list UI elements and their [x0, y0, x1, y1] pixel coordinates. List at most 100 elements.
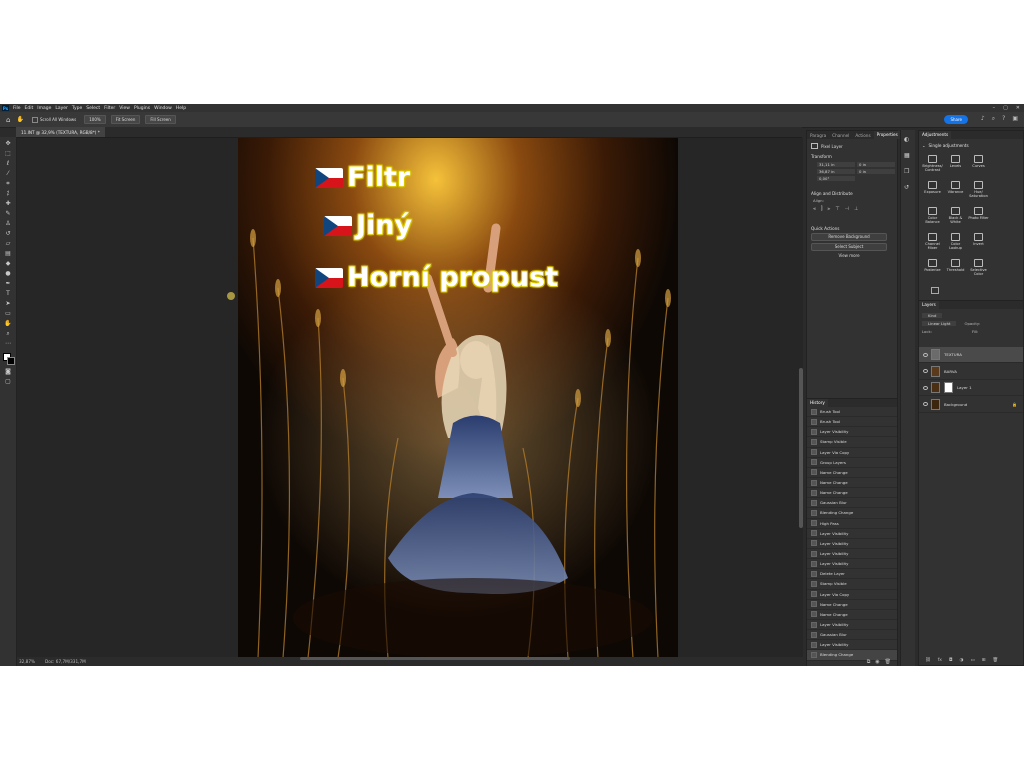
fill-screen-button[interactable]: Fill Screen — [145, 115, 176, 124]
adjustment-item[interactable]: Levels — [944, 155, 967, 175]
tab-layers[interactable]: Layers — [919, 301, 939, 309]
magic-wand-icon[interactable]: ⁄ — [4, 170, 12, 177]
layer-row[interactable]: BARVA — [919, 364, 1023, 380]
document-canvas[interactable]: Filtr Jiný Horní propust — [238, 138, 678, 658]
zoom-100-button[interactable]: 100% — [84, 115, 106, 124]
dodge-icon[interactable]: ● — [4, 270, 12, 277]
history-item[interactable]: Layer Visibility — [807, 559, 897, 570]
zoom-level[interactable]: 32,87% — [19, 659, 35, 664]
eye-icon[interactable] — [923, 385, 928, 390]
adjustment-item[interactable]: Vibrance — [944, 181, 967, 201]
adjustment-layer-icon[interactable]: ◑ — [960, 658, 964, 663]
history-item[interactable]: Group Layers — [807, 458, 897, 468]
menu-layer[interactable]: Layer — [55, 106, 68, 111]
select-subject-button[interactable]: Select Subject — [811, 243, 887, 251]
color-panel-icon[interactable]: ◐ — [904, 136, 909, 143]
libraries-panel-icon[interactable]: ❐ — [904, 168, 909, 175]
layer-row[interactable]: Layer 1 — [919, 380, 1023, 396]
adjustment-item[interactable]: Invert — [967, 233, 990, 253]
scroll-all-checkbox[interactable] — [31, 116, 38, 123]
move-icon[interactable]: ✥ — [4, 140, 12, 147]
history-item[interactable]: Stamp Visible — [807, 437, 897, 448]
adjustment-item[interactable]: Hue/ Saturation — [967, 181, 990, 201]
history-item[interactable]: Layer Via Copy — [807, 590, 897, 600]
history-item[interactable]: Layer Visibility — [807, 549, 897, 560]
history-item[interactable]: Name Change — [807, 468, 897, 478]
fit-screen-button[interactable]: Fit Screen — [110, 115, 141, 124]
link-layers-icon[interactable]: ⛓ — [925, 658, 931, 663]
adjustment-item[interactable]: Photo Filter — [967, 207, 990, 227]
adjustment-item[interactable]: Curves — [967, 155, 990, 175]
path-select-icon[interactable]: ➤ — [4, 300, 12, 307]
history-item[interactable]: Gaussian Blur — [807, 498, 897, 509]
gradient-icon[interactable]: ▤ — [4, 250, 12, 257]
align-middle-icon[interactable]: ⊣ — [845, 206, 849, 212]
canvas-horizontal-scrollbar[interactable] — [300, 657, 570, 660]
adjustment-item[interactable]: Color Balance — [921, 207, 944, 227]
history-item[interactable]: Layer Visibility — [807, 640, 897, 651]
swatches-panel-icon[interactable]: ▦ — [904, 152, 910, 159]
menu-filter[interactable]: Filter — [104, 106, 115, 111]
doc-info[interactable]: Doc: 67,7M/331,7M — [45, 659, 86, 664]
workspace-icon[interactable]: ▣ — [1012, 115, 1018, 123]
adjustment-item[interactable]: Black & White — [944, 207, 967, 227]
history-panel-icon[interactable]: ↺ — [904, 184, 909, 191]
history-item[interactable]: Layer Visibility — [807, 427, 897, 438]
pen-icon[interactable]: ✒ — [4, 280, 12, 287]
hand-icon[interactable]: ✋ — [4, 320, 12, 327]
help-icon[interactable]: ? — [1002, 115, 1005, 123]
eraser-icon[interactable]: ▱ — [4, 240, 12, 247]
menu-plugins[interactable]: Plugins — [134, 106, 150, 111]
history-item[interactable]: Layer Visibility — [807, 539, 897, 549]
history-brush-icon[interactable]: ↺ — [4, 230, 12, 237]
crop-icon[interactable]: ⌗ — [4, 180, 12, 187]
history-item[interactable]: Name Change — [807, 600, 897, 610]
home-icon[interactable]: ⌂ — [6, 116, 10, 124]
maximize-icon[interactable]: ▢ — [1003, 105, 1008, 111]
height-field[interactable]: 36,87 in — [817, 169, 855, 174]
menu-help[interactable]: Help — [176, 106, 186, 111]
search-icon[interactable]: ⌕ — [992, 115, 995, 123]
history-item[interactable]: Blending Change — [807, 508, 897, 519]
angle-field[interactable]: 0,00° — [817, 176, 855, 181]
bell-icon[interactable]: ♪ — [981, 115, 985, 123]
x-field[interactable]: 0 in — [857, 162, 895, 167]
adjustment-item[interactable]: Brightness/ Contrast — [921, 155, 944, 175]
eye-icon[interactable] — [923, 352, 928, 357]
marquee-icon[interactable]: ⬚ — [4, 150, 12, 157]
history-item[interactable]: Delete Layer — [807, 569, 897, 580]
new-doc-from-state-icon[interactable]: ⧉ — [867, 659, 871, 665]
align-right-icon[interactable]: ⫸ — [827, 206, 830, 212]
history-item[interactable]: Layer Visibility — [807, 529, 897, 539]
adjustment-item[interactable]: Channel Mixer — [921, 233, 944, 253]
tab-adjustments[interactable]: Adjustments — [919, 131, 952, 139]
adjustment-item[interactable]: Threshold — [944, 259, 967, 279]
layer-row[interactable]: TEXTURA — [919, 347, 1023, 363]
layer-kind-filter[interactable]: Kind — [922, 313, 943, 318]
history-item[interactable]: High Pass — [807, 519, 897, 529]
hand-tool-icon[interactable]: ✋ — [16, 116, 23, 123]
screen-mode-icon[interactable]: ▢ — [4, 378, 12, 385]
background-color-swatch[interactable] — [7, 357, 15, 365]
trash-icon[interactable]: 🗑 — [885, 659, 891, 665]
document-tab[interactable]: 11.INT @ 32,9% (TEXTURA, RGB/8*) * — [16, 127, 105, 137]
minimize-icon[interactable]: – — [993, 105, 996, 111]
history-item[interactable]: Name Change — [807, 610, 897, 620]
history-item[interactable]: Stamp Visible — [807, 579, 897, 590]
menu-type[interactable]: Type — [72, 106, 82, 111]
layer-mask-thumbnail[interactable] — [944, 382, 953, 393]
blend-mode-select[interactable]: Linear Light — [922, 321, 957, 326]
history-item[interactable]: Brush Tool — [807, 417, 897, 428]
share-button[interactable]: Share — [944, 115, 968, 124]
tab-channels[interactable]: Channel — [829, 133, 852, 138]
align-center-icon[interactable]: ⫿ — [821, 206, 823, 212]
width-field[interactable]: 31,11 in — [817, 162, 855, 167]
adjustment-item[interactable]: Color Lookup — [944, 233, 967, 253]
new-layer-icon[interactable]: ⊞ — [982, 658, 986, 663]
quick-mask-icon[interactable]: ◙ — [4, 368, 12, 375]
eye-icon[interactable] — [923, 369, 928, 373]
eye-icon[interactable] — [923, 402, 928, 406]
align-bottom-icon[interactable]: ⊥ — [854, 206, 858, 212]
close-icon[interactable]: ✕ — [1016, 105, 1020, 111]
history-item[interactable]: Brush Tool — [807, 407, 897, 418]
